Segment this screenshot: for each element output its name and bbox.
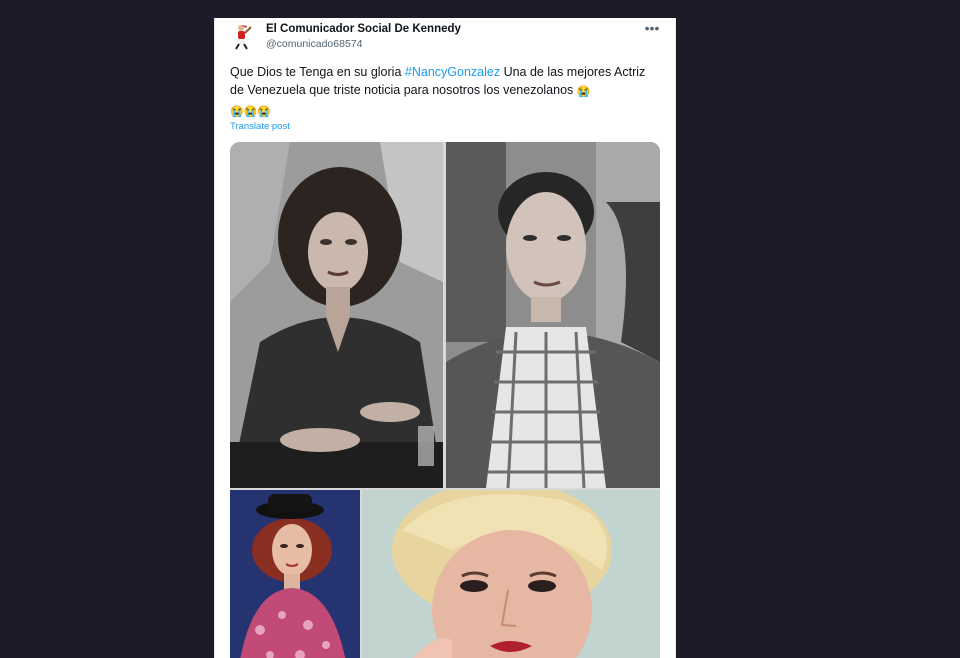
photo-4[interactable] [362,490,660,658]
photo-4-image [362,490,660,658]
photo-1-image [230,142,443,488]
author-name[interactable]: El Comunicador Social De Kennedy [266,23,461,35]
crying-face-icon: 😭 [230,106,244,118]
photo-1[interactable] [230,142,443,488]
media-grid[interactable] [230,142,660,658]
photo-3-image [230,490,360,658]
hashtag-link[interactable]: #NancyGonzalez [405,65,500,79]
translate-post-link[interactable]: Translate post [230,121,290,132]
avatar[interactable] [229,24,255,50]
photo-3[interactable] [230,490,360,658]
tweet-text-part: Que Dios te Tenga en su gloria [230,65,405,79]
tweet-card: El Comunicador Social De Kennedy @comuni… [214,18,676,658]
more-options-icon: ••• [644,20,660,36]
photo-2[interactable] [446,142,660,488]
tweet-text: Que Dios te Tenga en su gloria #NancyGon… [230,63,660,121]
more-options-button[interactable]: ••• [643,19,661,37]
photo-2-image [446,142,660,488]
crying-face-icon: 😭 [576,86,591,98]
crying-face-icon: 😭 [243,106,258,118]
author-handle[interactable]: @comunicado68574 [266,38,362,50]
baseball-player-icon [235,25,252,50]
crying-face-icon: 😭 [257,106,272,118]
